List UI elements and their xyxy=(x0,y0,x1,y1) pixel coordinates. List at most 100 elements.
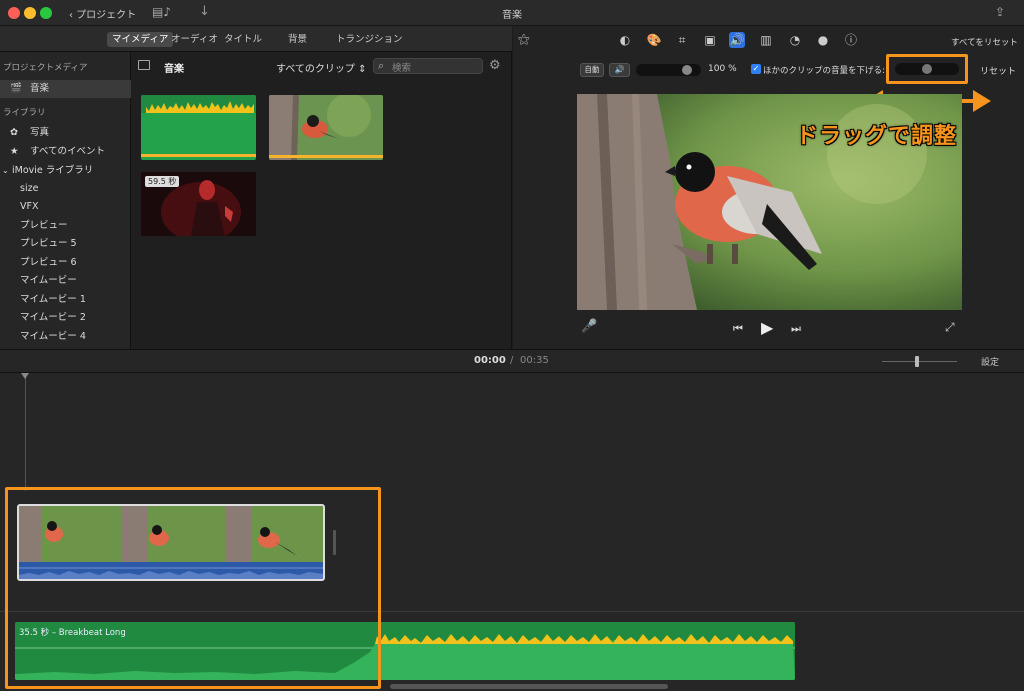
clip-thumbnail-portrait[interactable]: 59.5 秒 xyxy=(141,172,256,236)
library-heading: ライブラリ xyxy=(3,108,46,118)
volume-slider-knob[interactable] xyxy=(682,65,692,75)
volume-icon[interactable]: 🔊 xyxy=(729,32,745,48)
timeline-settings-button[interactable]: 設定 xyxy=(981,355,999,368)
magic-wand-icon[interactable]: ⚝ xyxy=(518,32,530,47)
clip-filter-value: すべてのクリップ xyxy=(276,64,355,75)
auto-button[interactable]: 自動 xyxy=(580,63,604,77)
library-sidebar: プロジェクトメディア 🎬 音楽 ライブラリ ✿ 写真 ★ すべてのイベント ⌄ … xyxy=(0,52,131,349)
sidebar-item-label: 音楽 xyxy=(30,83,50,94)
skip-back-icon[interactable]: ⏮ xyxy=(733,322,743,336)
window-title: 音楽 xyxy=(502,10,522,21)
sidebar-item-event[interactable]: マイムービー 2 xyxy=(0,309,131,327)
tab-backgrounds[interactable]: 背景 xyxy=(283,32,312,47)
mute-button[interactable]: 🔊 xyxy=(609,63,630,77)
sidebar-item-event[interactable]: マイムービー 4 xyxy=(0,328,131,346)
bird-photo xyxy=(269,95,383,160)
fullscreen-window-button[interactable] xyxy=(40,7,52,19)
search-icon: ⌕ xyxy=(378,59,385,72)
info-icon[interactable]: ⓘ xyxy=(843,32,859,48)
tab-transitions[interactable]: トランジション xyxy=(331,32,408,47)
sidebar-item-label: 写真 xyxy=(30,127,50,138)
search-placeholder: 検索 xyxy=(392,63,412,74)
tab-my-media[interactable]: マイメディア xyxy=(107,32,174,47)
browser-title: 音楽 xyxy=(164,64,184,75)
annotation-text: ドラッグで調整 xyxy=(796,124,958,149)
clip-filter-icon[interactable]: ● xyxy=(815,32,831,48)
sidebar-item-project[interactable]: 🎬 音楽 xyxy=(0,80,131,98)
title-bar: ‹ プロジェクト ▤♪ ↓ 音楽 ⇪ xyxy=(0,0,1024,26)
volume-slider[interactable] xyxy=(636,64,701,76)
duck-checkbox[interactable]: ✓ xyxy=(751,64,761,74)
minimize-window-button[interactable] xyxy=(24,7,36,19)
sidebar-item-event[interactable]: マイムービー xyxy=(0,272,131,290)
timeline-scrollbar[interactable] xyxy=(390,684,668,689)
clip-filter-select[interactable]: すべてのクリップ ⇕ xyxy=(276,60,366,75)
clip-thumbnail-bird[interactable] xyxy=(269,95,383,160)
duck-slider-knob[interactable] xyxy=(922,64,932,74)
voiceover-mic-icon[interactable]: 🎤 xyxy=(581,319,597,334)
sidebar-item-label: iMovie ライブラリ xyxy=(12,165,94,176)
sidebar-item-imovie-library[interactable]: ⌄ iMovie ライブラリ xyxy=(0,162,131,180)
crop-icon[interactable]: ⌗ xyxy=(674,32,690,48)
star-icon: ★ xyxy=(10,146,19,157)
reset-all-button[interactable]: すべてをリセット xyxy=(951,36,1018,48)
disclosure-triangle-icon[interactable]: ⌄ xyxy=(2,162,9,180)
reset-button[interactable]: リセット xyxy=(980,64,1016,77)
media-toggle-icon[interactable]: ▤♪ xyxy=(152,5,174,21)
percent-sign: % xyxy=(728,64,737,74)
flower-icon: ✿ xyxy=(10,127,18,138)
duck-label: ほかのクリップの音量を下げる: xyxy=(763,66,885,76)
equalizer-icon[interactable]: ▥ xyxy=(758,32,774,48)
browser-header: 音楽 すべてのクリップ ⇕ ⌕ 検索 ⚙ xyxy=(131,56,512,78)
playhead[interactable] xyxy=(25,373,26,491)
fullscreen-icon[interactable]: ⤢ xyxy=(945,320,955,335)
sidebar-item-photos[interactable]: ✿ 写真 xyxy=(0,124,131,142)
volume-value: 100 xyxy=(708,64,726,74)
projects-back-button[interactable]: ‹ プロジェクト xyxy=(64,5,141,21)
search-input[interactable]: ⌕ 検索 xyxy=(373,58,483,74)
current-time: 00:00 xyxy=(474,355,506,366)
sidebar-item-event[interactable]: VFX xyxy=(0,198,131,216)
zoom-slider-knob[interactable] xyxy=(915,356,919,367)
projects-back-label: プロジェクト xyxy=(76,10,137,21)
import-icon[interactable]: ↓ xyxy=(199,4,210,19)
clip-duration-badge: 59.5 秒 xyxy=(145,176,180,187)
sidebar-item-event[interactable]: size xyxy=(0,180,131,198)
volume-percent: 100 % xyxy=(708,64,737,74)
sidebar-item-all-events[interactable]: ★ すべてのイベント xyxy=(0,143,131,161)
chevron-left-icon: ‹ xyxy=(69,10,73,21)
updown-chevron-icon: ⇕ xyxy=(358,64,367,75)
timeline-toolbar: 00:00 / 00:35 設定 xyxy=(0,349,1024,373)
skip-forward-icon[interactable]: ⏭ xyxy=(791,322,801,336)
sidebar-item-event[interactable]: プレビュー xyxy=(0,217,131,235)
sidebar-item-event[interactable]: プレビュー 6 xyxy=(0,254,131,272)
playhead-marker-icon[interactable] xyxy=(21,373,29,379)
browser-tab-bar: マイメディア オーディオ タイトル 背景 トランジション xyxy=(0,26,512,52)
total-time: 00:35 xyxy=(520,355,549,366)
color-correction-icon[interactable]: 🎨 xyxy=(646,32,662,48)
sidebar-item-label: すべてのイベント xyxy=(30,146,105,157)
media-browser: 音楽 すべてのクリップ ⇕ ⌕ 検索 ⚙ 59.5 秒 xyxy=(131,52,512,349)
timeline: 35.5 秒 – Breakbeat Long xyxy=(0,373,1024,691)
gear-icon[interactable]: ⚙ xyxy=(489,58,501,73)
viewer-panel: ⚝ ◐ 🎨 ⌗ ▣ 🔊 ▥ ◔ ● ⓘ すべてをリセット 自動 🔊 100 % … xyxy=(513,26,1024,349)
stabilization-icon[interactable]: ▣ xyxy=(702,32,718,48)
selection-highlight-box xyxy=(5,487,381,689)
close-window-button[interactable] xyxy=(8,7,20,19)
project-media-heading: プロジェクトメディア xyxy=(3,63,88,73)
speaker-icon: 🔊 xyxy=(614,65,625,74)
tab-titles[interactable]: タイトル xyxy=(219,32,267,47)
waveform-graphic xyxy=(141,95,256,157)
sidebar-toggle-icon[interactable] xyxy=(138,60,150,70)
sidebar-item-event[interactable]: プレビュー 5 xyxy=(0,235,131,253)
zoom-slider[interactable] xyxy=(882,356,957,367)
duck-slider[interactable] xyxy=(895,63,959,75)
color-balance-icon[interactable]: ◐ xyxy=(617,32,633,48)
speed-icon[interactable]: ◔ xyxy=(787,32,803,48)
clip-thumbnail-audio[interactable] xyxy=(141,95,256,160)
play-icon[interactable]: ▶ xyxy=(761,318,773,337)
tab-audio[interactable]: オーディオ xyxy=(166,32,223,47)
sidebar-item-event[interactable]: マイムービー 1 xyxy=(0,291,131,309)
clapper-icon: 🎬 xyxy=(10,83,22,94)
share-icon[interactable]: ⇪ xyxy=(995,5,1005,19)
